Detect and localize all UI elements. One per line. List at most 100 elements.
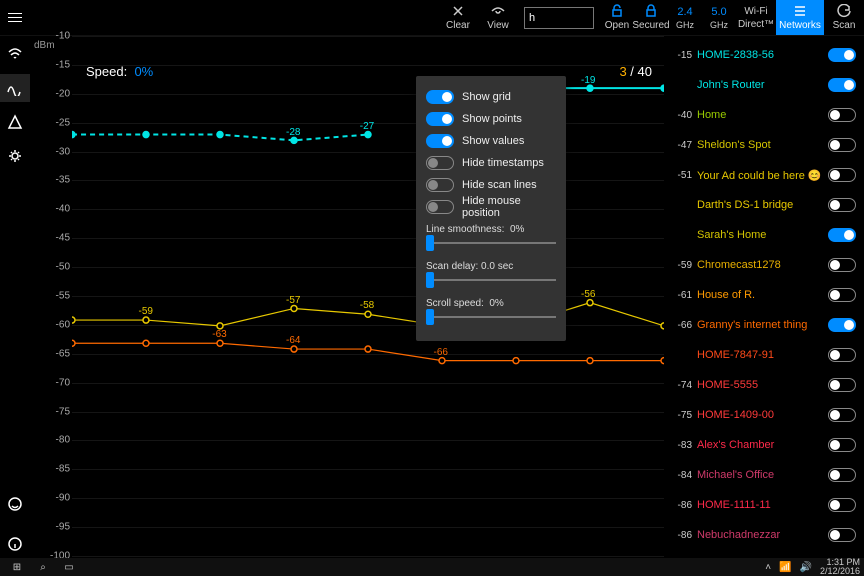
data-label: -57 xyxy=(286,294,300,305)
tray-wifi-icon[interactable]: 📶 xyxy=(779,562,791,573)
network-toggle[interactable] xyxy=(828,288,856,302)
network-row[interactable]: -86 Nebuchadnezzar xyxy=(664,520,864,550)
network-name: Darth's DS-1 bridge xyxy=(697,199,823,211)
sidebar-signal[interactable] xyxy=(0,40,30,68)
sidebar-timegraph[interactable] xyxy=(0,74,30,102)
open-filter[interactable]: Open xyxy=(600,0,634,35)
network-rssi: -66 xyxy=(670,320,692,331)
network-toggle[interactable] xyxy=(828,228,856,242)
network-row[interactable]: -47Sheldon's Spot xyxy=(664,130,864,160)
network-name: Home xyxy=(697,109,823,121)
tray-up-icon[interactable]: ˄ xyxy=(765,562,771,573)
network-name: Nebuchadnezzar xyxy=(697,529,823,541)
sidebar-feedback[interactable] xyxy=(0,490,30,518)
network-toggle[interactable] xyxy=(828,528,856,542)
networks-tab[interactable]: Networks xyxy=(776,0,824,35)
slider-delay[interactable] xyxy=(426,272,556,288)
scan-button[interactable]: Scan xyxy=(824,0,864,35)
spacer xyxy=(30,0,438,35)
network-toggle[interactable] xyxy=(828,168,856,182)
network-row[interactable]: -75HOME-1409-00 xyxy=(664,400,864,430)
network-row[interactable]: -59Chromecast1278 xyxy=(664,250,864,280)
network-toggle[interactable] xyxy=(828,108,856,122)
info-icon xyxy=(7,536,23,552)
tray-volume-icon[interactable]: 🔊 xyxy=(800,562,812,573)
data-label: -66 xyxy=(434,346,448,357)
sidebar-settings[interactable] xyxy=(0,142,30,170)
network-toggle[interactable] xyxy=(828,408,856,422)
y-tick: -10 xyxy=(56,31,70,42)
network-rssi: -47 xyxy=(670,140,692,151)
sidebar xyxy=(0,36,30,558)
network-list[interactable]: -15 HOME-2838-56 John's Router-40Home-47Sh… xyxy=(664,36,864,558)
toggle-show-points[interactable] xyxy=(426,112,454,126)
sidebar-info[interactable] xyxy=(0,530,30,558)
slider-smoothness[interactable] xyxy=(426,235,556,251)
y-tick: -20 xyxy=(56,88,70,99)
network-row[interactable]: -84Michael's Office xyxy=(664,460,864,490)
wifi-sub: Direct™ xyxy=(738,19,774,30)
network-name: HOME-1111-11 xyxy=(697,499,823,511)
network-row[interactable]: -51Your Ad could be here 😊 xyxy=(664,160,864,190)
y-tick: -30 xyxy=(56,146,70,157)
network-toggle[interactable] xyxy=(828,498,856,512)
network-toggle[interactable] xyxy=(828,48,856,62)
network-row[interactable]: Darth's DS-1 bridge xyxy=(664,190,864,220)
view-button[interactable]: View xyxy=(478,0,518,35)
y-tick: -90 xyxy=(56,493,70,504)
network-row[interactable]: -61House of R. xyxy=(664,280,864,310)
network-row[interactable]: -66 Granny's internet thing xyxy=(664,310,864,340)
y-tick: -95 xyxy=(56,522,70,533)
network-row[interactable]: John's Router xyxy=(664,70,864,100)
menu-icon[interactable] xyxy=(0,0,30,35)
sidebar-analyze[interactable] xyxy=(0,108,30,136)
wifi-direct[interactable]: Wi-Fi Direct™ xyxy=(736,0,776,35)
network-name: HOME-2838-56 xyxy=(697,49,823,61)
band-24[interactable]: 2.4 GHz xyxy=(668,0,702,35)
network-row[interactable]: HOME-7847-91 xyxy=(664,340,864,370)
network-row[interactable]: -15 HOME-2838-56 xyxy=(664,40,864,70)
view-label: View xyxy=(487,20,509,31)
network-name: Sarah's Home xyxy=(697,229,823,241)
network-toggle[interactable] xyxy=(828,438,856,452)
network-rssi: -86 xyxy=(670,530,692,541)
network-row[interactable]: -40Home xyxy=(664,100,864,130)
clear-button[interactable]: Clear xyxy=(438,0,478,35)
network-toggle[interactable] xyxy=(828,468,856,482)
network-row[interactable]: -83Alex's Chamber xyxy=(664,430,864,460)
toggle-show-values[interactable] xyxy=(426,134,454,148)
network-rssi: -86 xyxy=(670,500,692,511)
network-row[interactable]: Sarah's Home xyxy=(664,220,864,250)
toggle-hide-timestamps[interactable] xyxy=(426,156,454,170)
search-input[interactable] xyxy=(524,7,594,29)
network-toggle[interactable] xyxy=(828,138,856,152)
y-tick: -15 xyxy=(56,59,70,70)
network-toggle[interactable] xyxy=(828,198,856,212)
toggle-show-grid[interactable] xyxy=(426,90,454,104)
toggle-hide-mouse[interactable] xyxy=(426,200,454,214)
band-50[interactable]: 5.0 GHz xyxy=(702,0,736,35)
clock[interactable]: 1:31 PM 2/12/2016 xyxy=(820,558,860,576)
network-toggle[interactable] xyxy=(828,318,856,332)
task-view[interactable]: ▭ xyxy=(56,562,82,573)
start-button[interactable]: ⊞ xyxy=(4,562,30,573)
network-row[interactable]: -74HOME-5555 xyxy=(664,370,864,400)
search-container xyxy=(518,0,600,35)
network-rssi: -15 xyxy=(670,50,692,61)
band-50-val: 5.0 xyxy=(711,6,726,18)
network-name: Chromecast1278 xyxy=(697,259,823,271)
taskbar-search[interactable]: ⌕ xyxy=(30,562,56,573)
slider-scroll[interactable] xyxy=(426,309,556,325)
secured-filter[interactable]: Secured xyxy=(634,0,668,35)
network-row[interactable]: -86 HOME-1111-11 xyxy=(664,490,864,520)
network-name: Granny's internet thing xyxy=(697,319,823,331)
label-hide-mouse: Hide mouse position xyxy=(462,195,556,219)
toggle-hide-scanlines[interactable] xyxy=(426,178,454,192)
network-toggle[interactable] xyxy=(828,378,856,392)
scroll-label: Scroll speed: xyxy=(426,298,484,309)
network-toggle[interactable] xyxy=(828,258,856,272)
delay-label: Scan delay: 0.0 sec xyxy=(426,255,556,272)
network-toggle[interactable] xyxy=(828,78,856,92)
network-toggle[interactable] xyxy=(828,348,856,362)
label-show-points: Show points xyxy=(462,113,556,125)
